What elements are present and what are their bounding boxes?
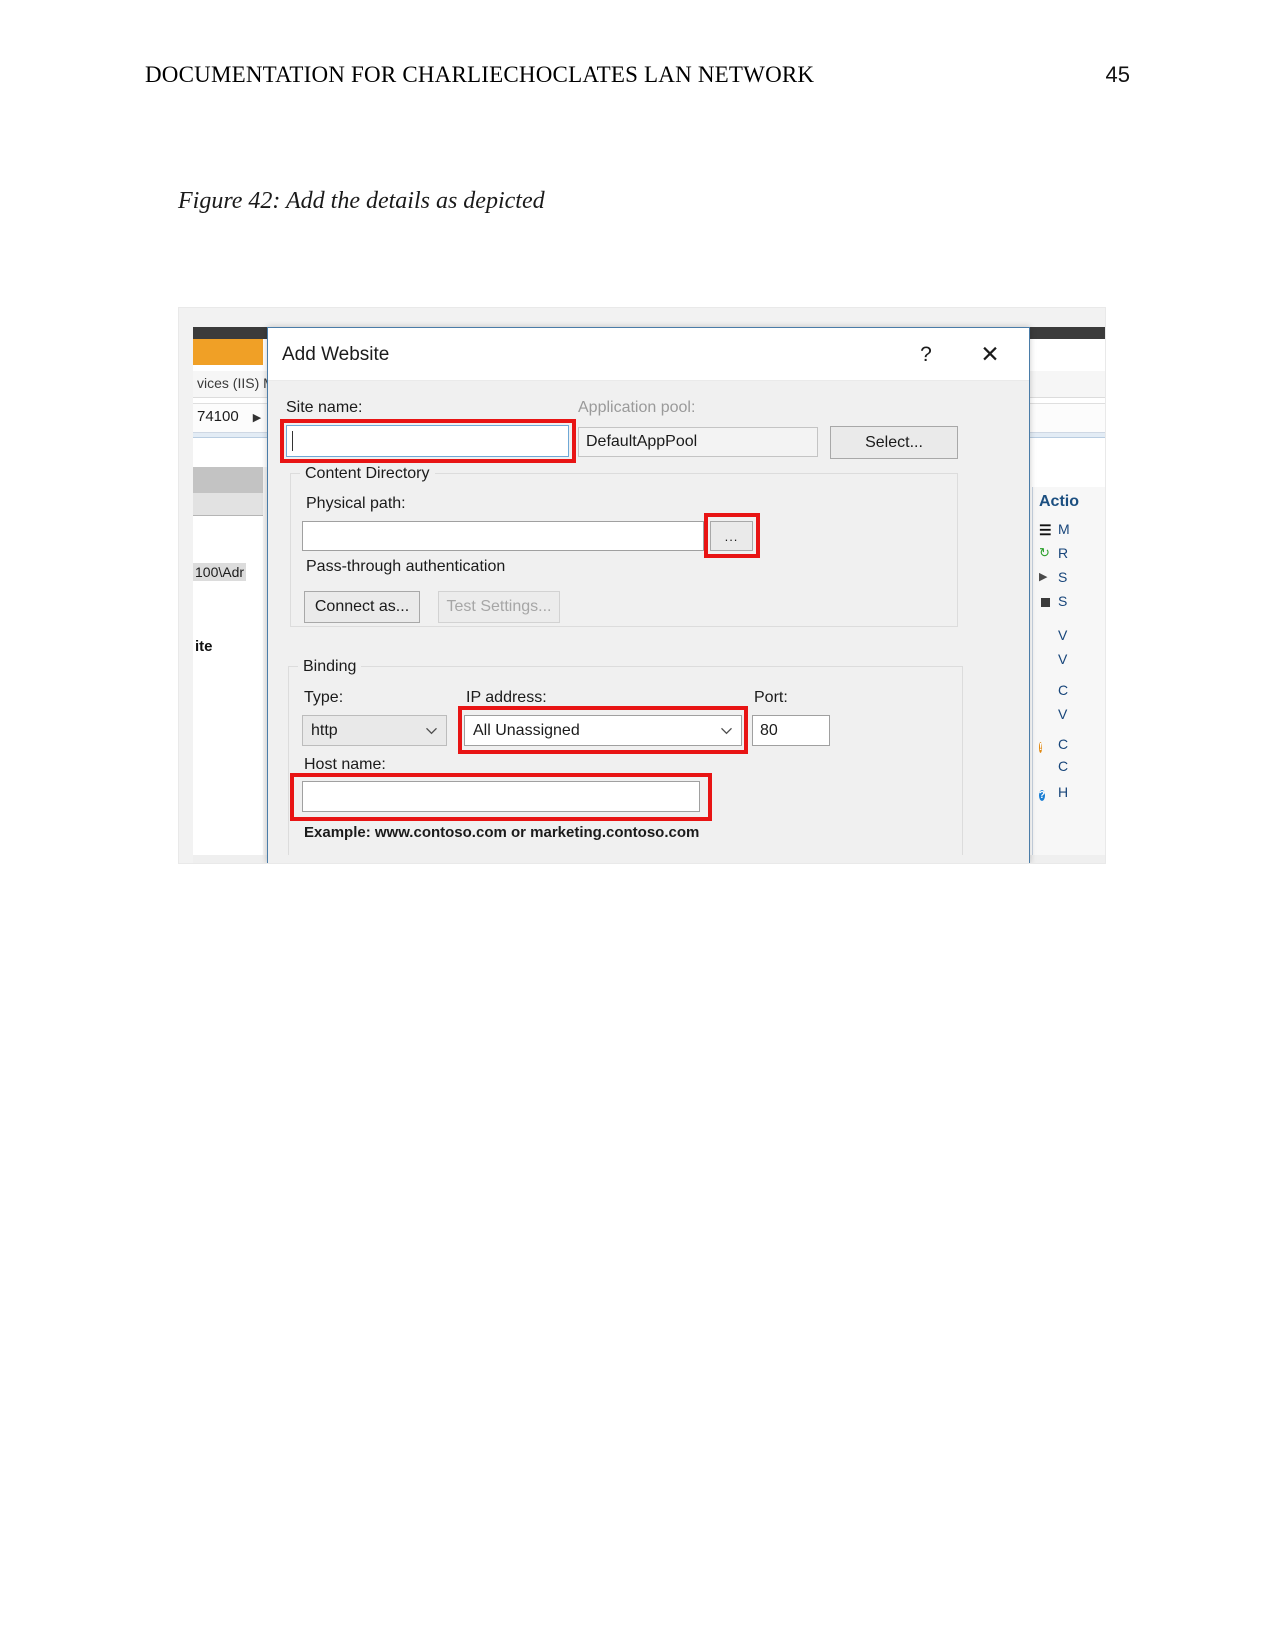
- connections-pane-header: [193, 467, 263, 493]
- action-view-1[interactable]: V: [1039, 651, 1067, 667]
- view-icon: [1039, 652, 1053, 666]
- site-name-label: Site name:: [286, 399, 363, 416]
- figure-screenshot: vices (IIS) M 74100 ▶ 100\Adr ite Actio ☰…: [178, 307, 1106, 864]
- action-label: S: [1058, 569, 1068, 585]
- dialog-titlebar: Add Website ? ✕: [268, 328, 1029, 381]
- tree-item-sites[interactable]: ite: [195, 638, 213, 655]
- chevron-down-icon: [721, 727, 732, 734]
- select-app-pool-button[interactable]: Select...: [830, 426, 958, 459]
- action-warning[interactable]: ! C: [1039, 736, 1069, 753]
- action-label: V: [1058, 651, 1068, 667]
- port-label: Port:: [754, 689, 788, 706]
- close-icon[interactable]: ✕: [973, 340, 1007, 370]
- action-browse-1[interactable]: V: [1039, 627, 1067, 643]
- page-number: 45: [1105, 62, 1130, 87]
- application-pool-value: DefaultAppPool: [586, 433, 698, 450]
- chevron-right-icon: ▶: [252, 412, 262, 424]
- dialog-title: Add Website: [282, 344, 390, 365]
- action-view-2[interactable]: V: [1039, 706, 1067, 722]
- physical-path-input[interactable]: [302, 521, 704, 551]
- port-value: 80: [760, 721, 778, 739]
- connect-as-button[interactable]: Connect as...: [304, 591, 420, 623]
- action-label: R: [1058, 545, 1069, 561]
- tree-item-server[interactable]: 100\Adr: [193, 563, 247, 581]
- host-name-input[interactable]: [302, 781, 700, 812]
- action-label: H: [1058, 784, 1069, 800]
- config-icon: [1039, 759, 1053, 773]
- action-label: C: [1058, 758, 1069, 774]
- action-config-1[interactable]: C: [1039, 682, 1068, 698]
- physical-path-browse-button[interactable]: ...: [710, 521, 753, 551]
- iis-accent-block: [193, 339, 263, 365]
- actions-pane-title: Actio: [1039, 493, 1079, 510]
- config-icon: [1039, 683, 1053, 697]
- action-stop[interactable]: S: [1039, 593, 1067, 609]
- application-pool-label: Application pool:: [578, 399, 696, 416]
- add-website-dialog: Add Website ? ✕ Site name: Application p…: [267, 327, 1030, 863]
- action-help[interactable]: ? H: [1039, 784, 1069, 801]
- action-manage-server[interactable]: ☰ M: [1039, 521, 1070, 538]
- breadcrumb-segment[interactable]: 74100: [197, 408, 239, 425]
- action-label: M: [1058, 521, 1070, 537]
- pass-through-authentication-label: Pass-through authentication: [306, 558, 506, 575]
- view-icon: [1039, 707, 1053, 721]
- manage-icon: ☰: [1039, 522, 1052, 538]
- stop-icon: [1039, 594, 1053, 608]
- restart-icon: ↻: [1039, 545, 1050, 560]
- warning-icon: !: [1039, 742, 1043, 753]
- host-name-example-text: Example: www.contoso.com or marketing.co…: [304, 824, 700, 841]
- host-name-label: Host name:: [304, 756, 386, 773]
- ip-address-value: All Unassigned: [473, 721, 580, 739]
- binding-group-label: Binding: [298, 658, 362, 676]
- action-label: V: [1058, 706, 1068, 722]
- action-label: C: [1058, 682, 1069, 698]
- action-start[interactable]: ▶ S: [1039, 569, 1067, 585]
- play-icon: ▶: [1039, 571, 1048, 583]
- page-title: DOCUMENTATION FOR CHARLIECHOCLATES LAN N…: [145, 62, 815, 87]
- action-restart[interactable]: ↻ R: [1039, 545, 1068, 561]
- iis-app-label: vices (IIS) M: [197, 375, 275, 391]
- document-header: DOCUMENTATION FOR CHARLIECHOCLATES LAN N…: [145, 62, 1130, 88]
- binding-type-value: http: [311, 721, 338, 739]
- text-caret: [292, 431, 293, 451]
- binding-type-combo[interactable]: http: [302, 715, 447, 746]
- ip-address-combo[interactable]: All Unassigned: [464, 715, 742, 746]
- content-directory-group-label: Content Directory: [300, 465, 435, 483]
- action-config-2[interactable]: C: [1039, 758, 1068, 774]
- port-input[interactable]: 80: [752, 715, 830, 746]
- figure-caption: Figure 42: Add the details as depicted: [178, 188, 545, 214]
- action-label: V: [1058, 627, 1068, 643]
- ip-address-label: IP address:: [466, 689, 547, 706]
- site-name-input[interactable]: [286, 425, 569, 457]
- physical-path-label: Physical path:: [306, 495, 406, 512]
- iis-actions-pane: Actio ☰ M ↻ R ▶ S S V V C V ! C C ? H: [1032, 487, 1105, 863]
- action-label: S: [1058, 593, 1068, 609]
- help-icon[interactable]: ?: [909, 340, 943, 370]
- type-label: Type:: [304, 689, 344, 706]
- test-settings-button: Test Settings...: [438, 591, 560, 623]
- dialog-body: Site name: Application pool: DefaultAppP…: [268, 381, 1029, 863]
- help-icon: ?: [1039, 790, 1046, 801]
- application-pool-value-box: DefaultAppPool: [578, 427, 818, 457]
- dialog-bottom-clip: [268, 855, 1029, 863]
- iis-connections-pane: 100\Adr ite: [193, 467, 264, 863]
- connections-pane-toolbar: [193, 493, 263, 516]
- action-label: C: [1058, 736, 1069, 752]
- breadcrumb[interactable]: 74100 ▶: [197, 408, 261, 425]
- browse-icon: [1039, 628, 1053, 642]
- chevron-down-icon: [426, 727, 437, 734]
